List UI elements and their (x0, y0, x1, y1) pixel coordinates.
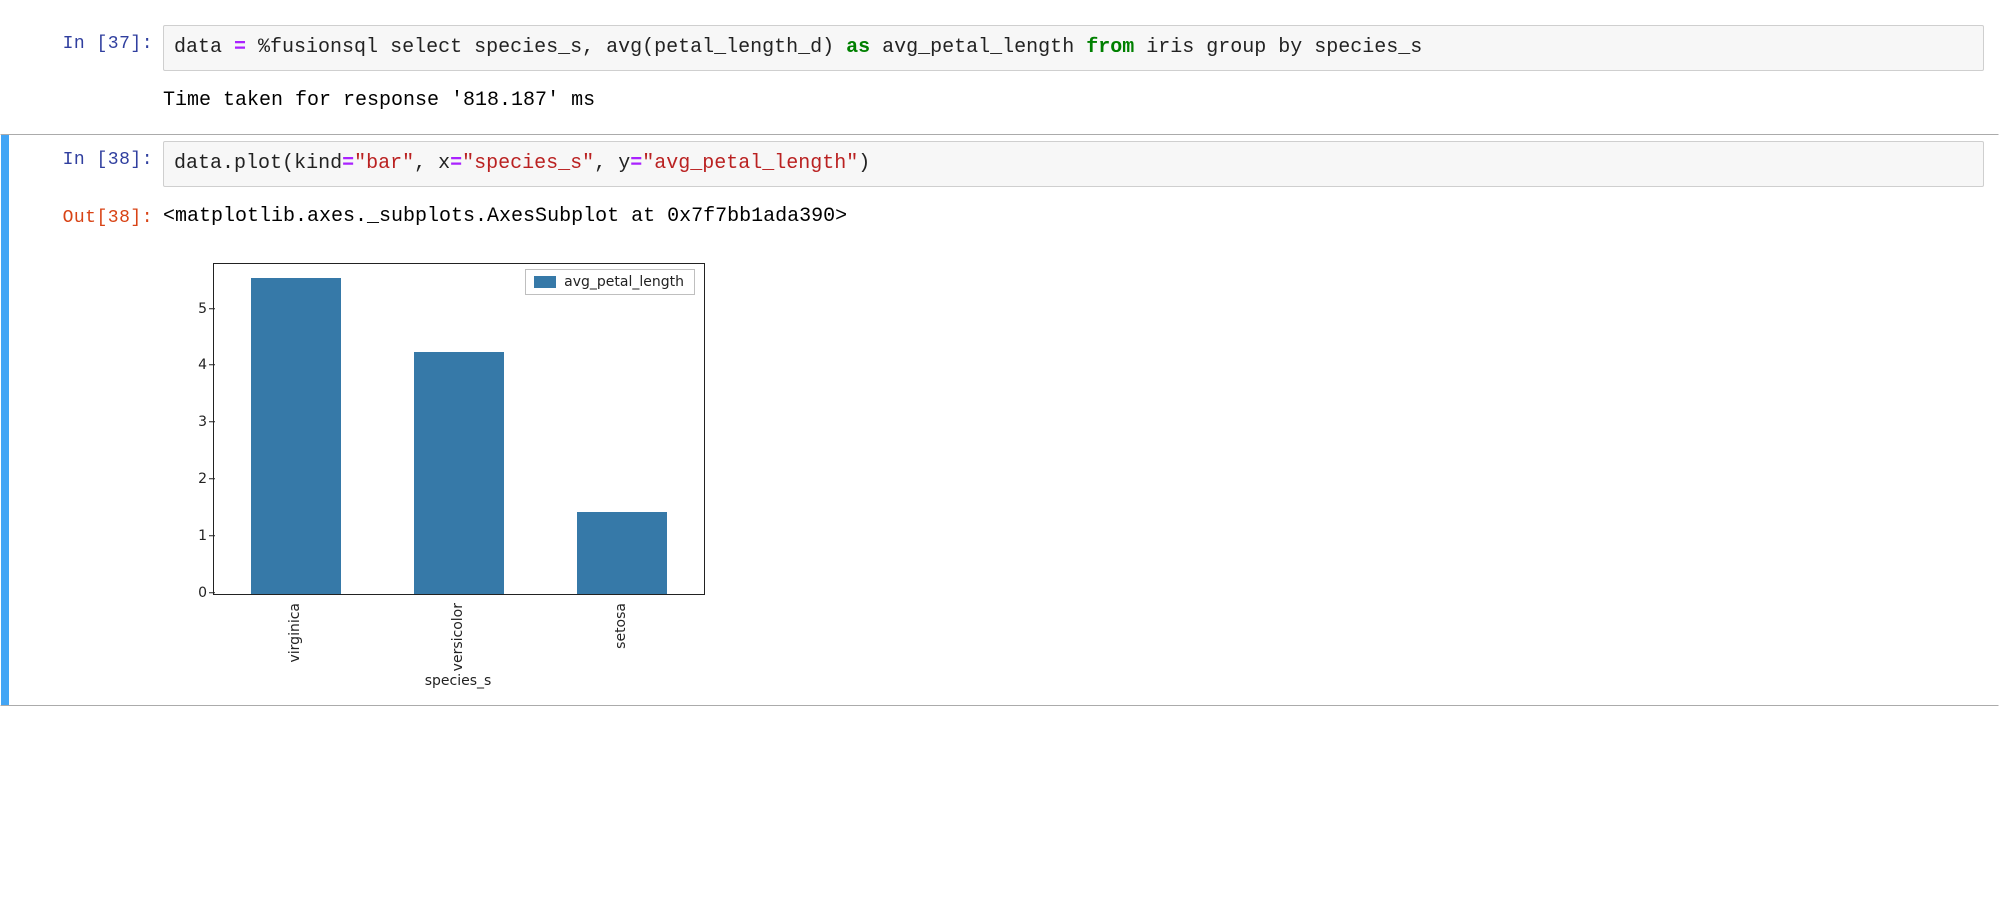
chart-bar (414, 352, 504, 594)
input-prompt: In [37]: (23, 25, 163, 57)
chart-legend: avg_petal_length (525, 269, 695, 295)
chart-ytick-label: 2 (163, 471, 207, 487)
chart-ytick-mark (209, 308, 215, 309)
code-token-sep: , (594, 152, 618, 175)
empty-prompt (23, 83, 163, 89)
chart-ytick-mark (209, 422, 215, 423)
code-token-obj: data (174, 152, 222, 175)
code-token-eq: = (342, 152, 354, 175)
jupyter-notebook: In [37]: data = %fusionsql select specie… (0, 0, 1999, 706)
empty-prompt (23, 247, 163, 253)
code-token-kwarg: y (618, 152, 630, 175)
code-input[interactable]: data.plot(kind="bar", x="species_s", y="… (163, 141, 1984, 187)
chart-bar (577, 512, 667, 595)
chart-output: species_s 0 1 2 3 4 5 virginica versicolor setos… (163, 247, 1984, 699)
code-token-eq: = (450, 152, 462, 175)
bar-chart: species_s 0 1 2 3 4 5 virginica versicolor setos… (163, 253, 723, 693)
code-token-str: "species_s" (462, 152, 594, 175)
code-token-str: "avg_petal_length" (642, 152, 858, 175)
chart-xtick-label: setosa (613, 603, 629, 649)
code-input[interactable]: data = %fusionsql select species_s, avg(… (163, 25, 1984, 71)
code-token-from: from (1086, 36, 1134, 59)
stdout-output: Time taken for response '818.187' ms (163, 83, 1984, 119)
chart-legend-label: avg_petal_length (564, 274, 684, 290)
code-token-assign: = (222, 36, 258, 59)
cell-input-row: In [38]: data.plot(kind="bar", x="specie… (9, 135, 1998, 193)
output-prompt: Out[38]: (23, 199, 163, 231)
cell-input-row: In [37]: data = %fusionsql select specie… (9, 19, 1998, 77)
code-token-sql: select species_s, avg(petal_length_d) (378, 36, 846, 59)
chart-bar (251, 278, 341, 594)
chart-xtick-label: versicolor (450, 603, 466, 671)
cell-figure-row: species_s 0 1 2 3 4 5 virginica versicolor setos… (9, 241, 1998, 705)
chart-plot-area (213, 263, 705, 595)
code-token-open: ( (282, 152, 294, 175)
cell-output-row: Out[38]: <matplotlib.axes._subplots.Axes… (9, 193, 1998, 241)
chart-ytick-mark (209, 365, 215, 366)
cell-37: In [37]: data = %fusionsql select specie… (0, 18, 1999, 126)
code-token-method: plot (234, 152, 282, 175)
chart-legend-swatch (534, 276, 556, 288)
code-token-sql: iris group by species_s (1134, 36, 1422, 59)
code-token-var: data (174, 36, 222, 59)
chart-ytick-mark (209, 478, 215, 479)
code-token-eq: = (630, 152, 642, 175)
input-prompt: In [38]: (23, 141, 163, 173)
code-token-kwarg: kind (294, 152, 342, 175)
code-token-close: ) (858, 152, 870, 175)
chart-ytick-label: 4 (163, 357, 207, 373)
chart-ytick-label: 1 (163, 528, 207, 544)
cell-stdout-row: Time taken for response '818.187' ms (9, 77, 1998, 125)
cell-run-indicator (1, 19, 9, 125)
code-token-sep: , (414, 152, 438, 175)
cell-38: In [38]: data.plot(kind="bar", x="specie… (0, 134, 1999, 706)
chart-xlabel: species_s (213, 673, 703, 689)
repr-output: <matplotlib.axes._subplots.AxesSubplot a… (163, 199, 1984, 235)
code-token-str: "bar" (354, 152, 414, 175)
chart-xtick-label: virginica (287, 603, 303, 663)
chart-ytick-label: 0 (163, 585, 207, 601)
chart-ytick-mark (209, 535, 215, 536)
code-token-kwarg: x (438, 152, 450, 175)
code-token-dot: . (222, 152, 234, 175)
cell-run-indicator (1, 135, 9, 705)
code-token-magic: %fusionsql (258, 36, 378, 59)
chart-ytick-mark (209, 592, 215, 593)
chart-ytick-label: 3 (163, 414, 207, 430)
code-token-sql: avg_petal_length (870, 36, 1086, 59)
code-token-as: as (846, 36, 870, 59)
chart-ytick-label: 5 (163, 301, 207, 317)
